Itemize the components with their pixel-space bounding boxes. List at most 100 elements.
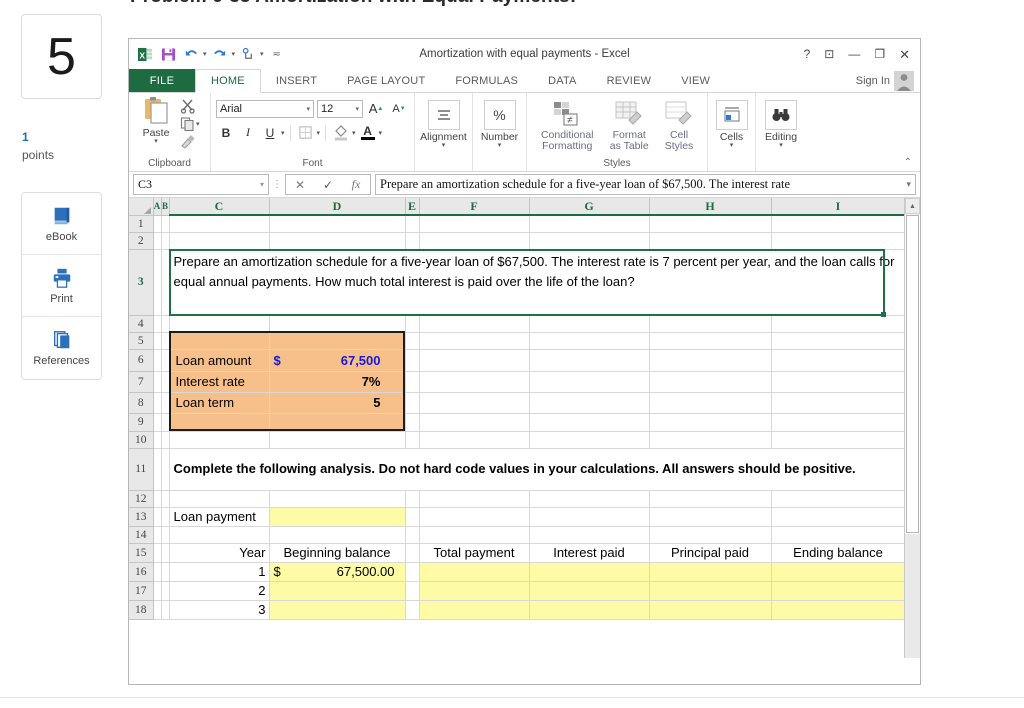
restore-icon[interactable]: ❐ — [874, 48, 885, 60]
paste-button[interactable]: Paste ▾ — [134, 96, 178, 145]
cells-button[interactable]: Cells ▾ — [709, 96, 755, 149]
table-cell-total-payment[interactable] — [419, 581, 530, 601]
tab-review[interactable]: REVIEW — [592, 69, 667, 92]
table-cell-principal-paid[interactable] — [649, 581, 772, 601]
tab-insert[interactable]: INSERT — [261, 69, 332, 92]
column-header-c[interactable]: C — [169, 198, 270, 216]
row-header-9[interactable]: 9 — [129, 413, 154, 432]
row-header-14[interactable]: 14 — [129, 526, 154, 544]
row-header-8[interactable]: 8 — [129, 392, 154, 414]
column-header-i[interactable]: I — [771, 198, 904, 216]
table-cell-ending-balance[interactable] — [771, 581, 904, 601]
alignment-caret-icon[interactable]: ▾ — [442, 142, 446, 149]
italic-button[interactable]: I — [238, 123, 258, 142]
select-all-corner[interactable] — [129, 198, 154, 216]
font-name-input[interactable]: Arial ▾ — [216, 99, 314, 118]
table-cell-year[interactable]: 2 — [169, 581, 270, 601]
cell-loan-amount-value[interactable]: $ 67,500 — [269, 349, 406, 372]
column-header-f[interactable]: F — [419, 198, 530, 216]
sign-in-button[interactable]: Sign In — [856, 69, 920, 92]
grow-font-button[interactable]: A ▲ — [366, 99, 386, 118]
font-size-caret-icon[interactable]: ▾ — [349, 105, 359, 113]
table-cell-beginning-balance[interactable] — [269, 600, 406, 620]
number-button[interactable]: % Number ▾ — [477, 96, 523, 149]
cancel-formula-icon[interactable]: ✕ — [286, 178, 314, 192]
help-icon[interactable]: ? — [804, 48, 811, 60]
cell-loan-amount-label[interactable]: Loan amount — [169, 349, 270, 372]
cell-loan-payment-label[interactable]: Loan payment — [169, 507, 270, 527]
row-header-1[interactable]: 1 — [129, 215, 154, 233]
minimize-icon[interactable]: — — [848, 48, 860, 60]
table-cell-year[interactable]: 1 — [169, 562, 270, 582]
formula-input[interactable]: Prepare an amortization schedule for a f… — [375, 174, 916, 195]
underline-button[interactable]: U — [260, 123, 280, 142]
table-header-year[interactable]: Year — [169, 543, 270, 563]
cell-loan-term-label[interactable]: Loan term — [169, 392, 270, 414]
borders-caret-icon[interactable]: ▾ — [317, 129, 321, 137]
table-cell-interest-paid[interactable] — [529, 562, 650, 582]
row-header-2[interactable]: 2 — [129, 232, 154, 250]
column-header-b[interactable]: B — [161, 198, 170, 216]
rail-item-ebook[interactable]: eBook — [22, 193, 101, 255]
fill-color-button[interactable] — [331, 123, 351, 142]
row-header-17[interactable]: 17 — [129, 581, 154, 601]
copy-button[interactable]: ▾ — [180, 116, 200, 132]
row-header-7[interactable]: 7 — [129, 371, 154, 393]
close-icon[interactable]: ✕ — [899, 48, 910, 61]
editing-button[interactable]: Editing ▾ — [758, 96, 804, 149]
row-header-11[interactable]: 11 — [129, 448, 154, 491]
table-cell-principal-paid[interactable] — [649, 600, 772, 620]
tab-data[interactable]: DATA — [533, 69, 592, 92]
column-header-e[interactable]: E — [405, 198, 420, 216]
insert-function-icon[interactable]: fx — [342, 177, 370, 192]
editing-caret-icon[interactable]: ▾ — [779, 142, 783, 149]
cell-c3-question-text[interactable]: Prepare an amortization schedule for a f… — [169, 249, 904, 316]
table-cell-beginning-balance[interactable] — [269, 581, 406, 601]
format-painter-button[interactable] — [180, 134, 200, 150]
format-as-table-button[interactable]: Format as Table — [602, 96, 656, 152]
font-color-button[interactable]: A — [358, 123, 378, 142]
formula-expand-caret-icon[interactable]: ▾ — [902, 179, 911, 190]
table-cell-total-payment[interactable] — [419, 562, 530, 582]
fill-color-caret-icon[interactable]: ▾ — [352, 129, 356, 137]
rail-item-print[interactable]: Print — [22, 255, 101, 317]
shrink-font-button[interactable]: A ▼ — [389, 99, 409, 118]
undo-dropdown-caret-icon[interactable]: ▾ — [203, 50, 207, 58]
table-cell-interest-paid[interactable] — [529, 581, 650, 601]
undo-icon[interactable] — [181, 45, 201, 63]
scrollbar-thumb[interactable] — [906, 215, 919, 533]
column-header-h[interactable]: H — [649, 198, 772, 216]
table-header-beginning-balance[interactable]: Beginning balance — [269, 543, 406, 563]
name-box[interactable]: C3 ▾ — [133, 174, 269, 195]
cut-button[interactable] — [180, 98, 200, 114]
redo-dropdown-caret-icon[interactable]: ▾ — [232, 50, 236, 58]
vertical-scrollbar[interactable]: ▲ — [904, 198, 920, 658]
tab-formulas[interactable]: FORMULAS — [440, 69, 533, 92]
column-header-g[interactable]: G — [529, 198, 650, 216]
sheet-grid[interactable]: A B C D E F G H I 1 2 3 Prepare an amort… — [129, 198, 904, 658]
cells-caret-icon[interactable]: ▾ — [730, 142, 734, 149]
table-cell-ending-balance[interactable] — [771, 562, 904, 582]
table-cell-principal-paid[interactable] — [649, 562, 772, 582]
scrollbar-track-lower[interactable] — [905, 534, 920, 658]
table-header-interest-paid[interactable]: Interest paid — [529, 543, 650, 563]
cell-instructions[interactable]: Complete the following analysis. Do not … — [169, 448, 904, 491]
font-name-caret-icon[interactable]: ▾ — [300, 105, 310, 113]
touch-mode-icon[interactable] — [238, 45, 258, 63]
column-header-d[interactable]: D — [269, 198, 406, 216]
table-cell-total-payment[interactable] — [419, 600, 530, 620]
cell-loan-payment-value[interactable] — [269, 507, 406, 527]
scroll-up-arrow-icon[interactable]: ▲ — [905, 198, 920, 214]
customize-qat-icon[interactable]: ≂ — [267, 45, 287, 63]
tab-home[interactable]: HOME — [195, 69, 261, 93]
tab-page-layout[interactable]: PAGE LAYOUT — [332, 69, 440, 92]
row-header-18[interactable]: 18 — [129, 600, 154, 620]
column-header-a[interactable]: A — [153, 198, 162, 216]
conditional-formatting-button[interactable]: ≠ Conditional Formatting — [532, 96, 602, 152]
row-header-15[interactable]: 15 — [129, 543, 154, 563]
tab-file[interactable]: FILE — [129, 69, 195, 92]
table-header-total-payment[interactable]: Total payment — [419, 543, 530, 563]
number-caret-icon[interactable]: ▾ — [498, 142, 502, 149]
table-cell-interest-paid[interactable] — [529, 600, 650, 620]
alignment-button[interactable]: Alignment ▾ — [420, 96, 467, 149]
